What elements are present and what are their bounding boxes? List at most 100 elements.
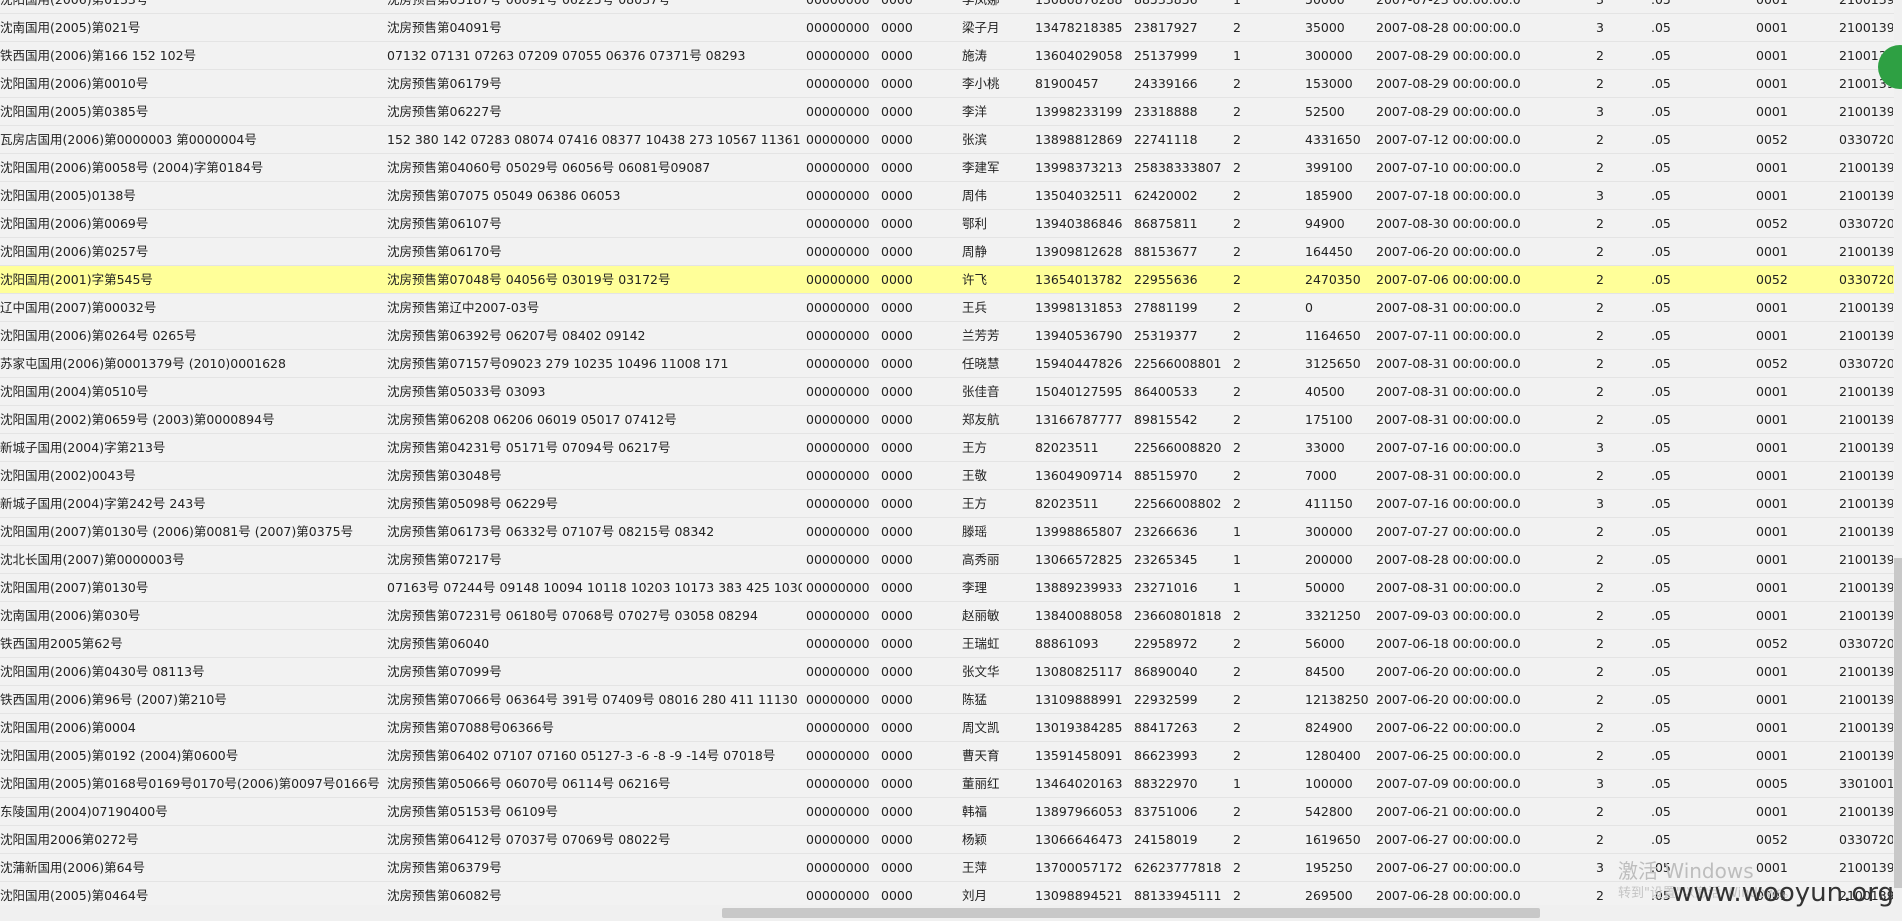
cell-org-code: 2100139 [1839,384,1893,399]
cell-code-b: 0000 [881,0,961,13]
cell-code-b: 0000 [881,748,913,763]
cell-presale-cert: 沈房预售第07066号 06364号 391号 07409号 08016 280… [387,692,802,707]
cell-mobile: 13019384285 [1035,720,1123,735]
table-row[interactable]: 瓦房店国用(2006)第0000003 第0000004号 152 380 142… [0,126,1894,154]
cell-term: 2 [1596,300,1604,315]
cell-type: 2 [1233,216,1241,231]
table-row[interactable]: 铁西国用2005第62号 沈房预售第06040 00000000 0000 王瑞虹 888… [0,630,1894,658]
table-row[interactable]: 新城子国用(2004)字第213号 沈房预售第04231号 05171号 0709… [0,434,1894,462]
table-row[interactable]: 东陵国用(2004)07190400号 沈房预售第05153号 06109号 000… [0,798,1894,826]
cell-code-b: 0000 [881,272,913,287]
horizontal-scrollbar-thumb[interactable] [722,908,1540,918]
cell-rate: .05 [1651,48,1671,63]
cell-branch: 0001 [1756,188,1788,203]
cell-code-b: 0000 [881,356,913,371]
table-row[interactable]: 沈阳国用(2006)第0430号 08113号 沈房预售第07099号 000000… [0,658,1894,686]
cell-term: 3 [1596,440,1604,455]
cell-land-cert: 东陵国用(2004)07190400号 [0,804,168,819]
cell-amount: 50000 [1305,580,1345,595]
cell-mobile: 13591458091 [1035,748,1123,763]
cell-date: 2007-08-29 00:00:00.0 [1376,76,1521,91]
table-row[interactable]: 铁西国用(2006)第166 152 102号 07132 07131 07263… [0,42,1894,70]
table-row[interactable]: 沈阳国用(2004)第0510号 沈房预售第05033号 03093 0000000… [0,378,1894,406]
cell-code-b: 0000 [881,244,913,259]
cell-amount: 4331650 [1305,132,1361,147]
cell-land-cert: 新城子国用(2004)字第242号 243号 [0,496,206,511]
table-row[interactable]: 沈南国用(2006)第030号 沈房预售第07231号 06180号 07068号… [0,602,1894,630]
cell-type: 2 [1233,496,1241,511]
table-row[interactable]: 沈阳国用(2006)第0058号 (2004)字第0184号 沈房预售第04060… [0,154,1894,182]
cell-rate: .05 [1651,384,1671,399]
cell-presale-cert: 沈房预售第05187号 06091号 06225号 08037号 [387,0,802,13]
cell-date: 2007-08-28 00:00:00.0 [1376,20,1521,35]
table-row[interactable]: 沈北长国用(2007)第0000003号 沈房预售第07217号 00000000 0… [0,546,1894,574]
table-row[interactable]: 铁西国用(2006)第96号 (2007)第210号 沈房预售第07066号 06… [0,686,1894,714]
vertical-scrollbar-thumb[interactable] [1894,558,1902,888]
table-row[interactable]: 苏家屯国用(2006)第0001379号 (2010)0001628 沈房预售第0… [0,350,1894,378]
cell-owner-name: 施涛 [962,48,988,63]
cell-land-cert: 沈阳国用(2007)第0130号 (2006)第0081号 (2007)第037… [0,524,354,539]
table-row[interactable]: 沈阳国用(2006)第0133号沈房预售第05187号 06091号 06225… [0,0,1894,14]
cell-code-a: 00000000 [806,524,870,539]
cell-mobile: 13478218385 [1035,20,1123,35]
cell-branch: 0001 [1756,300,1788,315]
cell-phone: 62623777818 [1134,860,1222,875]
cell-land-cert: 沈阳国用(2006)第0010号 [0,76,149,91]
table-row[interactable]: 沈阳国用2006第0272号 沈房预售第06412号 07037号 07069号 … [0,826,1894,854]
cell-owner-name: 李建军 [962,160,1000,175]
table-row[interactable]: 沈阳国用(2005)第0385号 沈房预售第06227号 00000000 0000 李… [0,98,1894,126]
cell-phone: 86623993 [1134,748,1198,763]
cell-phone: 22958972 [1134,636,1198,651]
cell-date: 2007-08-30 00:00:00.0 [1376,216,1521,231]
table-row[interactable]: 沈阳国用(2001)字第545号 沈房预售第07048号 04056号 03019… [0,266,1894,294]
cell-type: 2 [1233,440,1241,455]
table-row[interactable]: 沈阳国用(2006)第0010号 沈房预售第06179号 00000000 0000 李… [0,70,1894,98]
cell-rate: .05 [1651,132,1671,147]
cell-owner-name: 鄂利 [962,216,988,231]
table-row[interactable]: 辽中国用(2007)第00032号 沈房预售第辽中2007-03号 00000000… [0,294,1894,322]
table-row[interactable]: 新城子国用(2004)字第242号 243号 沈房预售第05098号 06229号… [0,490,1894,518]
cell-mobile: 15940447826 [1035,356,1123,371]
cell-mobile: 13909812628 [1035,244,1123,259]
cell-type: 2 [1233,272,1241,287]
table-row[interactable]: 沈阳国用(2006)第0257号 沈房预售第06170号 00000000 0000 周… [0,238,1894,266]
cell-land-cert: 沈阳国用(2005)第0192 (2004)第0600号 [0,748,239,763]
cell-type: 2 [1233,804,1241,819]
table-row[interactable]: 沈阳国用(2005)第0464号 沈房预售第06082号 00000000 0000 刘… [0,882,1894,905]
table-row[interactable]: 沈南国用(2005)第021号 沈房预售第04091号 00000000 0000 梁子… [0,14,1894,42]
cell-land-cert: 沈阳国用(2006)第0058号 (2004)字第0184号 [0,160,264,175]
cell-mobile: 13464020163 [1035,776,1123,791]
table-row[interactable]: 沈阳国用(2006)第0069号 沈房预售第06107号 00000000 0000 鄂… [0,210,1894,238]
cell-term: 2 [1596,692,1604,707]
cell-phone: 83751006 [1134,804,1198,819]
cell-mobile: 13166787777 [1035,412,1123,427]
cell-owner-name: 李小桃 [962,76,1000,91]
cell-phone: 22566008802 [1134,496,1222,511]
cell-date: 2007-09-03 00:00:00.0 [1376,608,1521,623]
cell-code-b: 0000 [881,412,913,427]
cell-mobile: 13080825117 [1035,664,1123,679]
table-row[interactable]: 沈阳国用(2005)0138号 沈房预售第07075 05049 06386 06… [0,182,1894,210]
table-row[interactable]: 沈阳国用(2006)第0004 沈房预售第07088号06366号 00000000… [0,714,1894,742]
table-row[interactable]: 沈阳国用(2002)第0659号 (2003)第0000894号 沈房预售第062… [0,406,1894,434]
table-row[interactable]: 沈阳国用(2007)第0130号 (2006)第0081号 (2007)第037… [0,518,1894,546]
cell-org-code: 2100139 [1839,860,1893,875]
cell-branch: 0052 [1756,636,1788,651]
cell-rate: .05 [1651,776,1671,791]
cell-code-b: 0000 [881,888,913,903]
table-row[interactable]: 沈蒲新国用(2006)第64号 沈房预售第06379号 00000000 0000 王萍… [0,854,1894,882]
cell-presale-cert: 沈房预售第07048号 04056号 03019号 03172号 [387,272,671,287]
cell-owner-name: 梁子月 [962,20,1000,35]
table-row[interactable]: 沈阳国用(2006)第0264号 0265号 沈房预售第06392号 06207号… [0,322,1894,350]
table-row[interactable]: 沈阳国用(2007)第0130号 07163号 07244号 09148 1009… [0,574,1894,602]
table-row[interactable]: 沈阳国用(2005)第0168号0169号0170号(2006)第0097号01… [0,770,1894,798]
cell-branch: 0001 [1756,412,1788,427]
cell-branch: 0001 [1756,580,1788,595]
cell-amount: 300000 [1305,48,1353,63]
table-row[interactable]: 沈阳国用(2002)0043号 沈房预售第03048号 00000000 0000 王敬… [0,462,1894,490]
cell-mobile: 13504032511 [1035,188,1123,203]
cell-code-b: 0000 [881,300,913,315]
table-row[interactable]: 沈阳国用(2005)第0192 (2004)第0600号 沈房预售第06402 0… [0,742,1894,770]
cell-term: 3 [1596,0,1646,13]
cell-phone: 88417263 [1134,720,1198,735]
